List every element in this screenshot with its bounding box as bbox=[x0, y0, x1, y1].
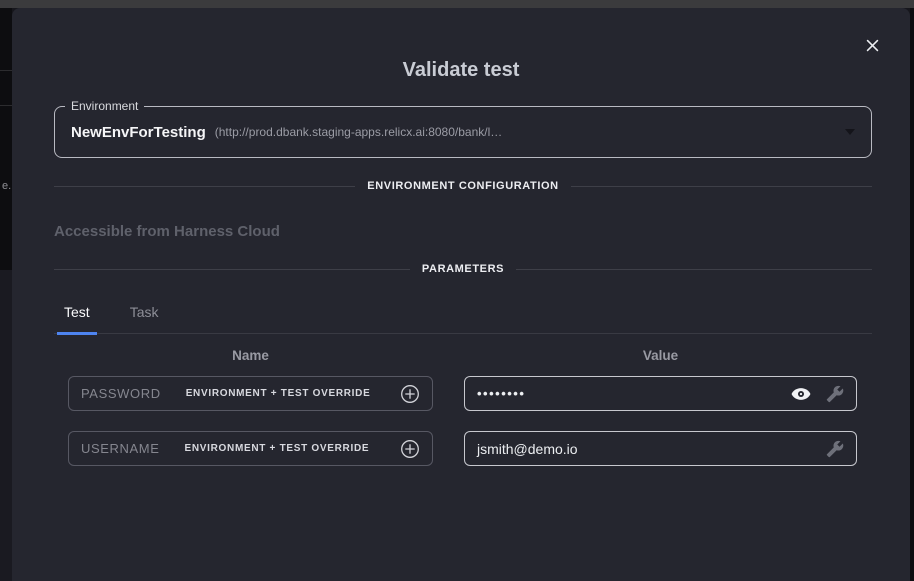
tab-task[interactable]: Task bbox=[123, 294, 166, 335]
divider-line bbox=[516, 269, 872, 270]
edit-wrench-icon[interactable] bbox=[826, 440, 844, 458]
column-header-name: Name bbox=[68, 348, 433, 363]
override-badge: ENVIRONMENT + TEST OVERRIDE bbox=[186, 388, 371, 399]
parameter-name-box: PASSWORD ENVIRONMENT + TEST OVERRIDE bbox=[68, 376, 433, 411]
background-page-lower bbox=[0, 270, 12, 581]
parameter-value-field[interactable]: jsmith@demo.io bbox=[464, 431, 857, 466]
parameter-name-box: USERNAME ENVIRONMENT + TEST OVERRIDE bbox=[68, 431, 433, 466]
column-header-value: Value bbox=[464, 348, 857, 363]
parameter-value-masked: •••••••• bbox=[477, 386, 525, 401]
override-badge: ENVIRONMENT + TEST OVERRIDE bbox=[184, 443, 369, 454]
background-divider bbox=[0, 105, 12, 106]
parameter-value-field[interactable]: •••••••• bbox=[464, 376, 857, 411]
parameters-table-header: Name Value bbox=[54, 348, 872, 363]
validate-test-dialog: Validate test Environment NewEnvForTesti… bbox=[12, 8, 910, 581]
section-label: PARAMETERS bbox=[422, 263, 504, 276]
parameter-value: jsmith@demo.io bbox=[477, 441, 578, 457]
parameter-name: USERNAME bbox=[81, 441, 159, 456]
divider-line bbox=[54, 269, 410, 270]
chevron-down-icon bbox=[845, 129, 855, 135]
parameter-row-username: USERNAME ENVIRONMENT + TEST OVERRIDE jsm… bbox=[54, 431, 872, 466]
background-text-fragment: e. bbox=[2, 180, 11, 192]
environment-selected-url: (http://prod.dbank.staging-apps.relicx.a… bbox=[215, 125, 503, 139]
page-top-bar bbox=[0, 0, 914, 8]
environment-select[interactable]: Environment NewEnvForTesting (http://pro… bbox=[54, 106, 872, 158]
parameter-row-password: PASSWORD ENVIRONMENT + TEST OVERRIDE •••… bbox=[54, 376, 872, 411]
environment-configuration-divider: ENVIRONMENT CONFIGURATION bbox=[54, 180, 872, 193]
add-override-icon[interactable] bbox=[400, 384, 420, 404]
add-override-icon[interactable] bbox=[400, 439, 420, 459]
divider-line bbox=[571, 186, 872, 187]
divider-line bbox=[54, 186, 355, 187]
close-icon[interactable] bbox=[859, 32, 885, 58]
parameters-tab-bar: Test Task bbox=[54, 294, 872, 334]
environment-selected-name: NewEnvForTesting bbox=[71, 124, 206, 141]
background-divider bbox=[0, 70, 12, 71]
section-label: ENVIRONMENT CONFIGURATION bbox=[367, 180, 558, 193]
tab-test[interactable]: Test bbox=[57, 294, 97, 335]
show-password-eye-icon[interactable] bbox=[790, 383, 812, 405]
parameters-divider: PARAMETERS bbox=[54, 263, 872, 276]
environment-access-note: Accessible from Harness Cloud bbox=[54, 223, 872, 241]
edit-wrench-icon[interactable] bbox=[826, 385, 844, 403]
background-page-right-edge bbox=[910, 8, 914, 581]
dialog-title: Validate test bbox=[12, 8, 910, 82]
background-page-left-edge: e. bbox=[0, 8, 12, 581]
parameter-name: PASSWORD bbox=[81, 386, 161, 401]
environment-select-label: Environment bbox=[65, 98, 144, 114]
